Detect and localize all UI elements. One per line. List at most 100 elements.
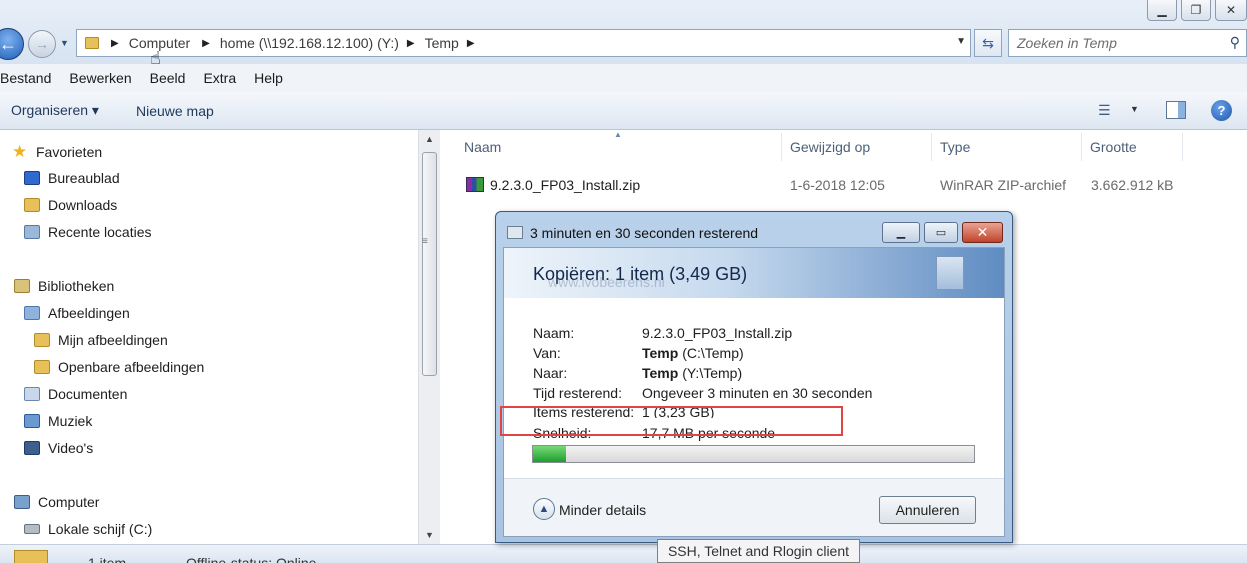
file-name: 9.2.3.0_FP03_Install.zip xyxy=(490,177,641,193)
copy-icon xyxy=(507,226,523,239)
organize-button[interactable]: Organiseren ▾ xyxy=(11,102,99,119)
documents-icon xyxy=(24,387,40,401)
hard-disk-icon xyxy=(24,524,40,534)
nav-music[interactable]: Muziek xyxy=(24,413,92,429)
command-bar: Organiseren ▾ Nieuwe map ☰ ▼ ? xyxy=(0,92,1247,130)
nav-my-pictures[interactable]: Mijn afbeeldingen xyxy=(34,332,168,348)
refresh-icon[interactable]: ⇆ xyxy=(974,29,1002,57)
title-bar: ▁ ❐ ✕ ← → ▼ ▶ Computer ▶ home (\\192.168… xyxy=(0,0,1247,68)
column-divider[interactable] xyxy=(1182,133,1183,161)
column-modified[interactable]: Gewijzigd op xyxy=(790,139,870,155)
maximize-button[interactable]: ❐ xyxy=(1181,0,1211,21)
breadcrumb: ▶ Computer ▶ home (\\192.168.12.100) (Y:… xyxy=(107,35,485,51)
nav-desktop[interactable]: Bureaublad xyxy=(24,170,120,186)
nav-favorites[interactable]: ★ Favorieten xyxy=(12,143,102,161)
chevron-right-icon[interactable]: ▶ xyxy=(202,38,210,49)
search-input[interactable]: Zoeken in Temp ⚲ xyxy=(1008,29,1247,57)
info-name: Naam: 9.2.3.0_FP03_Install.zip xyxy=(533,325,792,341)
column-type[interactable]: Type xyxy=(940,139,970,155)
nav-label: Favorieten xyxy=(36,144,103,160)
nav-documents[interactable]: Documenten xyxy=(24,386,127,402)
status-bar: 1 item Offline-status: Online xyxy=(0,544,1247,563)
nav-computer[interactable]: Computer xyxy=(14,494,99,510)
dialog-maximize-button[interactable]: ▭ xyxy=(924,222,958,243)
search-icon[interactable]: ⚲ xyxy=(1230,34,1240,51)
desktop-icon xyxy=(24,171,40,185)
nav-label: Computer xyxy=(38,494,100,510)
dialog-footer: ▲ Minder details Annuleren xyxy=(504,478,1004,536)
info-value: 9.2.3.0_FP03_Install.zip xyxy=(642,325,793,341)
history-dropdown-icon[interactable]: ▼ xyxy=(60,38,69,48)
column-divider[interactable] xyxy=(931,133,932,161)
menu-tools[interactable]: Extra xyxy=(203,70,236,86)
column-divider[interactable] xyxy=(781,133,782,161)
menu-file[interactable]: Bestand xyxy=(0,70,51,86)
address-bar[interactable]: ▶ Computer ▶ home (\\192.168.12.100) (Y:… xyxy=(76,29,971,57)
help-icon[interactable]: ? xyxy=(1211,100,1232,121)
chevron-down-icon[interactable]: ▼ xyxy=(1130,104,1139,114)
menu-bar: Bestand Bewerken Beeld Extra Help xyxy=(0,64,1247,92)
document-graphic-icon xyxy=(936,256,964,290)
dialog-header: Kopiëren: 1 item (3,49 GB) www.ivobeeren… xyxy=(504,248,1004,298)
info-from: Van: Temp (C:\Temp) xyxy=(533,345,744,361)
new-folder-button[interactable]: Nieuwe map xyxy=(136,103,214,119)
tooltip: SSH, Telnet and Rlogin client xyxy=(657,539,860,563)
chevron-up-icon[interactable]: ▲ xyxy=(533,498,555,520)
minimize-button[interactable]: ▁ xyxy=(1147,0,1177,21)
cancel-button[interactable]: Annuleren xyxy=(879,496,976,524)
libraries-icon xyxy=(14,279,30,293)
table-row[interactable]: 9.2.3.0_FP03_Install.zip xyxy=(466,177,640,193)
chevron-right-icon[interactable]: ▶ xyxy=(407,38,415,49)
chevron-right-icon[interactable]: ▶ xyxy=(467,38,475,49)
nav-label: Afbeeldingen xyxy=(48,305,130,321)
search-placeholder: Zoeken in Temp xyxy=(1017,35,1117,51)
file-type: WinRAR ZIP-archief xyxy=(940,177,1067,193)
copy-progress-bar xyxy=(532,445,975,463)
file-modified: 1-6-2018 12:05 xyxy=(790,177,885,193)
forward-arrow-icon[interactable]: → xyxy=(28,30,56,58)
info-value-bold[interactable]: Temp xyxy=(642,365,678,381)
less-details-button[interactable]: Minder details xyxy=(559,502,646,518)
nav-libraries[interactable]: Bibliotheken xyxy=(14,278,114,294)
scroll-up-icon[interactable]: ▲ xyxy=(425,134,434,144)
scrollbar-thumb[interactable] xyxy=(422,152,437,376)
info-label: Tijd resterend: xyxy=(533,385,622,401)
menu-view[interactable]: Beeld xyxy=(150,70,186,86)
chevron-right-icon[interactable]: ▶ xyxy=(111,38,119,49)
nav-videos[interactable]: Video's xyxy=(24,440,93,456)
info-value-bold[interactable]: Temp xyxy=(642,345,678,361)
nav-scrollbar[interactable]: ▲ ≡ ▼ xyxy=(418,130,440,544)
speed-highlight-box xyxy=(500,406,843,436)
status-offline: Offline-status: Online xyxy=(186,555,317,563)
scroll-down-icon[interactable]: ▼ xyxy=(425,530,434,540)
grip-icon: ≡ xyxy=(422,236,428,247)
preview-pane-icon[interactable] xyxy=(1166,101,1186,119)
menu-edit[interactable]: Bewerken xyxy=(69,70,131,86)
info-to: Naar: Temp (Y:\Temp) xyxy=(533,365,742,381)
back-arrow-icon[interactable]: ← xyxy=(0,28,24,60)
dialog-minimize-button[interactable]: ▁ xyxy=(882,222,920,243)
chevron-down-icon[interactable]: ▼ xyxy=(956,36,966,47)
view-options-icon[interactable]: ☰ xyxy=(1098,102,1111,119)
close-button[interactable]: ✕ xyxy=(1215,0,1247,21)
column-size[interactable]: Grootte xyxy=(1090,139,1137,155)
breadcrumb-home[interactable]: home (\\192.168.12.100) (Y:) xyxy=(220,35,399,51)
nav-downloads[interactable]: Downloads xyxy=(24,197,117,213)
menu-help[interactable]: Help xyxy=(254,70,283,86)
dialog-title: 3 minuten en 30 seconden resterend xyxy=(530,225,759,241)
nav-recent-places[interactable]: Recente locaties xyxy=(24,224,152,240)
nav-public-pictures[interactable]: Openbare afbeeldingen xyxy=(34,359,204,375)
nav-pictures[interactable]: Afbeeldingen xyxy=(24,305,130,321)
column-divider[interactable] xyxy=(1081,133,1082,161)
star-icon: ★ xyxy=(12,142,28,161)
nav-label: Bureaublad xyxy=(48,170,120,186)
breadcrumb-temp[interactable]: Temp xyxy=(425,35,459,51)
nav-label: Openbare afbeeldingen xyxy=(58,359,205,375)
pictures-icon xyxy=(24,306,40,320)
column-name[interactable]: Naam xyxy=(464,139,501,155)
nav-local-disk[interactable]: Lokale schijf (C:) xyxy=(24,521,152,537)
dialog-close-button[interactable]: ✕ xyxy=(962,222,1003,243)
info-time-remaining: Tijd resterend: Ongeveer 3 minuten en 30 … xyxy=(533,385,872,401)
winrar-archive-icon xyxy=(466,177,484,192)
info-label: Naar: xyxy=(533,365,568,381)
